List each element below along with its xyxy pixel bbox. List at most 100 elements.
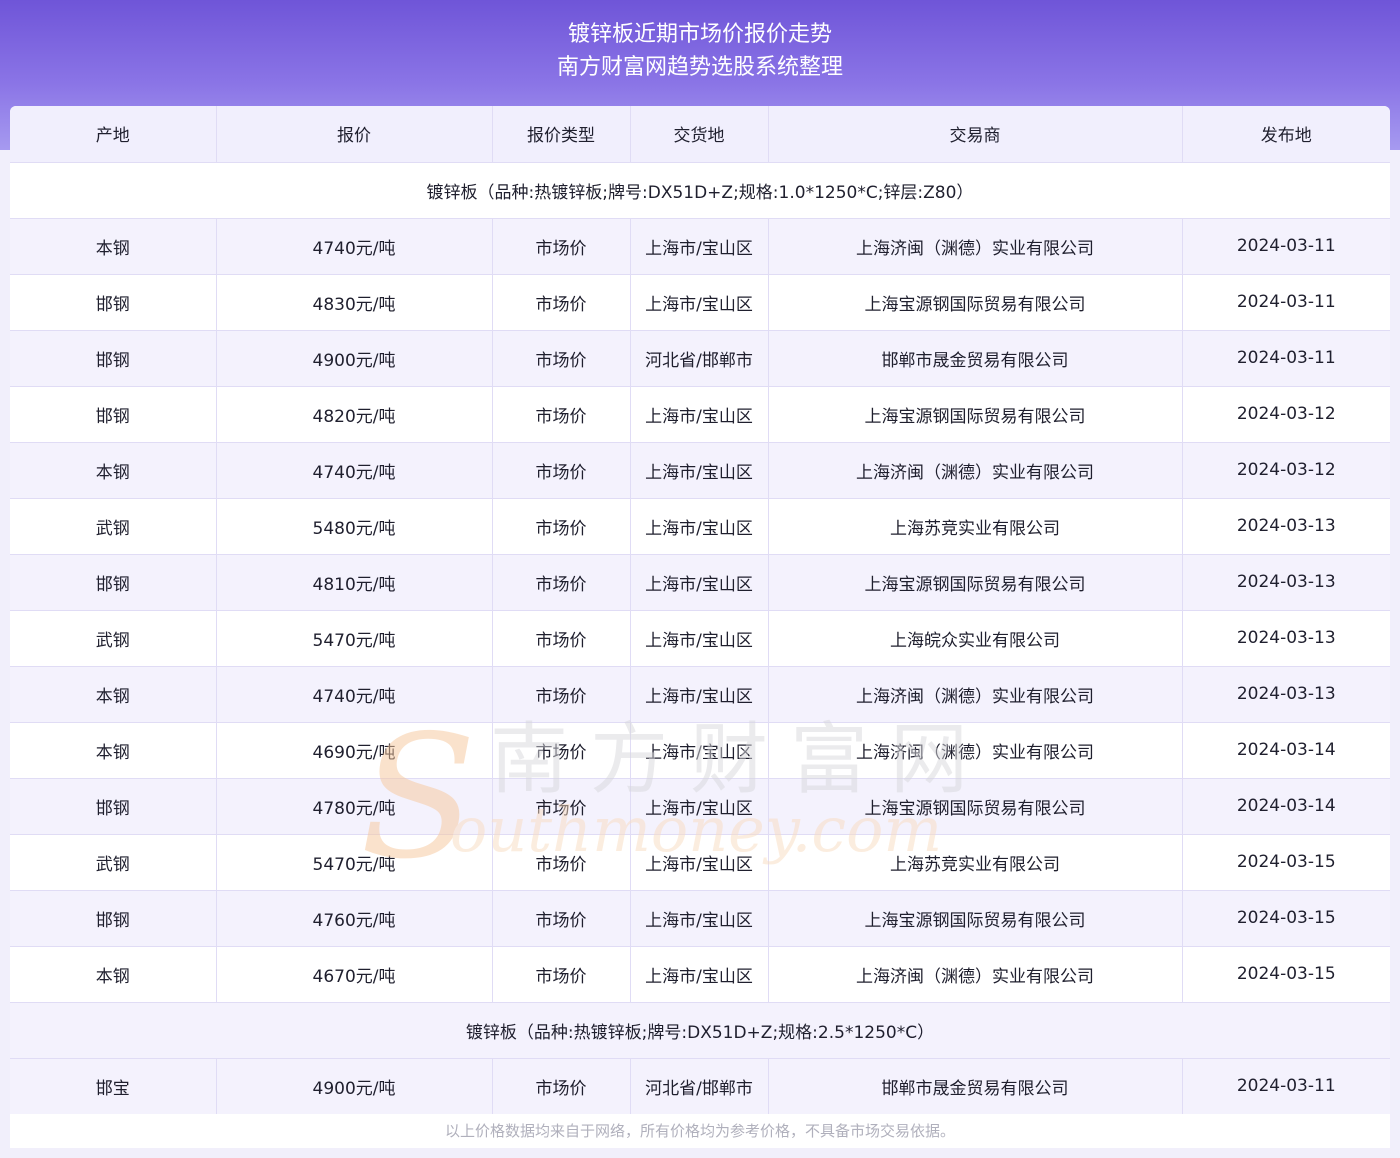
cell-origin: 武钢: [10, 498, 217, 555]
cell-price: 4820元/吨: [216, 386, 493, 443]
cell-price-type: 市场价: [492, 610, 631, 667]
cell-price-type: 市场价: [492, 386, 631, 443]
table-body: 镀锌板（品种:热镀锌板;牌号:DX51D+Z;规格:1.0*1250*C;锌层:…: [10, 162, 1390, 1114]
table-row: 邯钢 4830元/吨 市场价 上海市/宝山区 上海宝源钢国际贸易有限公司 2024-03-…: [10, 274, 1390, 331]
cell-price: 4900元/吨: [216, 1058, 493, 1114]
page-title: 镀锌板近期市场价报价走势 南方财富网趋势选股系统整理: [0, 18, 1400, 84]
table-header-row: 产地 报价 报价类型 交货地 交易商 发布地: [10, 106, 1390, 163]
cell-origin: 武钢: [10, 834, 217, 891]
cell-publish-date: 2024-03-14: [1182, 778, 1390, 835]
table-row: 邯钢 4820元/吨 市场价 上海市/宝山区 上海宝源钢国际贸易有限公司 2024-03-…: [10, 386, 1390, 443]
cell-publish-date: 2024-03-11: [1182, 330, 1390, 387]
column-header-price-type: 报价类型: [492, 106, 631, 163]
cell-price-type: 市场价: [492, 274, 631, 331]
cell-price: 4740元/吨: [216, 218, 493, 275]
cell-publish-date: 2024-03-15: [1182, 946, 1390, 1003]
title-line-2: 南方财富网趋势选股系统整理: [556, 55, 843, 80]
cell-trader: 上海苏竞实业有限公司: [768, 834, 1183, 891]
cell-publish-date: 2024-03-13: [1182, 610, 1390, 667]
cell-origin: 邯钢: [10, 386, 217, 443]
cell-trader: 上海宝源钢国际贸易有限公司: [768, 778, 1183, 835]
cell-price: 4900元/吨: [216, 330, 493, 387]
price-table: 产地 报价 报价类型 交货地 交易商 发布地 镀锌板（品种:热镀锌板;牌号:DX…: [10, 106, 1390, 1114]
cell-origin: 邯钢: [10, 274, 217, 331]
cell-trader: 邯郸市晟金贸易有限公司: [768, 330, 1183, 387]
cell-delivery: 上海市/宝山区: [630, 666, 769, 723]
group-header-row: 镀锌板（品种:热镀锌板;牌号:DX51D+Z;规格:1.0*1250*C;锌层:…: [10, 162, 1390, 219]
table-row: 本钢 4690元/吨 市场价 上海市/宝山区 上海济闽（渊德）实业有限公司 2024-03…: [10, 722, 1390, 779]
cell-price: 4670元/吨: [216, 946, 493, 1003]
column-header-trader: 交易商: [768, 106, 1183, 163]
cell-publish-date: 2024-03-13: [1182, 554, 1390, 611]
cell-origin: 邯宝: [10, 1058, 217, 1114]
table-row: 武钢 5480元/吨 市场价 上海市/宝山区 上海苏竞实业有限公司 2024-03-13: [10, 498, 1390, 555]
table-row: 本钢 4740元/吨 市场价 上海市/宝山区 上海济闽（渊德）实业有限公司 2024-03…: [10, 442, 1390, 499]
cell-delivery: 上海市/宝山区: [630, 890, 769, 947]
cell-price: 5470元/吨: [216, 610, 493, 667]
cell-trader: 上海宝源钢国际贸易有限公司: [768, 890, 1183, 947]
cell-publish-date: 2024-03-15: [1182, 834, 1390, 891]
table-row: 武钢 5470元/吨 市场价 上海市/宝山区 上海皖众实业有限公司 2024-03-13: [10, 610, 1390, 667]
cell-origin: 本钢: [10, 218, 217, 275]
table-row: 邯宝 4900元/吨 市场价 河北省/邯郸市 邯郸市晟金贸易有限公司 2024-03-11: [10, 1058, 1390, 1114]
cell-origin: 邯钢: [10, 778, 217, 835]
cell-trader: 上海济闽（渊德）实业有限公司: [768, 442, 1183, 499]
cell-delivery: 上海市/宝山区: [630, 274, 769, 331]
cell-delivery: 上海市/宝山区: [630, 946, 769, 1003]
cell-delivery: 上海市/宝山区: [630, 498, 769, 555]
cell-price-type: 市场价: [492, 442, 631, 499]
cell-delivery: 河北省/邯郸市: [630, 330, 769, 387]
cell-price-type: 市场价: [492, 330, 631, 387]
column-header-price: 报价: [216, 106, 493, 163]
table-row: 邯钢 4760元/吨 市场价 上海市/宝山区 上海宝源钢国际贸易有限公司 2024-03-…: [10, 890, 1390, 947]
cell-origin: 本钢: [10, 946, 217, 1003]
cell-price-type: 市场价: [492, 946, 631, 1003]
cell-publish-date: 2024-03-11: [1182, 218, 1390, 275]
cell-price-type: 市场价: [492, 890, 631, 947]
cell-delivery: 上海市/宝山区: [630, 386, 769, 443]
column-header-publish-date: 发布地: [1182, 106, 1390, 163]
cell-price: 4690元/吨: [216, 722, 493, 779]
cell-origin: 邯钢: [10, 554, 217, 611]
cell-price: 4740元/吨: [216, 666, 493, 723]
cell-origin: 本钢: [10, 722, 217, 779]
group-label: 镀锌板（品种:热镀锌板;牌号:DX51D+Z;规格:1.0*1250*C;锌层:…: [10, 162, 1390, 219]
table-row: 邯钢 4810元/吨 市场价 上海市/宝山区 上海宝源钢国际贸易有限公司 2024-03-…: [10, 554, 1390, 611]
cell-publish-date: 2024-03-14: [1182, 722, 1390, 779]
cell-delivery: 上海市/宝山区: [630, 554, 769, 611]
table-row: 邯钢 4780元/吨 市场价 上海市/宝山区 上海宝源钢国际贸易有限公司 2024-03-…: [10, 778, 1390, 835]
cell-price-type: 市场价: [492, 778, 631, 835]
cell-delivery: 上海市/宝山区: [630, 834, 769, 891]
cell-price: 4760元/吨: [216, 890, 493, 947]
cell-publish-date: 2024-03-11: [1182, 274, 1390, 331]
cell-price: 4810元/吨: [216, 554, 493, 611]
cell-trader: 上海苏竞实业有限公司: [768, 498, 1183, 555]
column-header-delivery: 交货地: [630, 106, 769, 163]
cell-price-type: 市场价: [492, 722, 631, 779]
column-header-origin: 产地: [10, 106, 217, 163]
cell-price-type: 市场价: [492, 498, 631, 555]
cell-price-type: 市场价: [492, 834, 631, 891]
cell-trader: 上海宝源钢国际贸易有限公司: [768, 554, 1183, 611]
cell-trader: 上海宝源钢国际贸易有限公司: [768, 386, 1183, 443]
cell-price: 4830元/吨: [216, 274, 493, 331]
table-row: 本钢 4740元/吨 市场价 上海市/宝山区 上海济闽（渊德）实业有限公司 2024-03…: [10, 666, 1390, 723]
table-row: 本钢 4740元/吨 市场价 上海市/宝山区 上海济闽（渊德）实业有限公司 2024-03…: [10, 218, 1390, 275]
cell-trader: 上海济闽（渊德）实业有限公司: [768, 946, 1183, 1003]
cell-delivery: 上海市/宝山区: [630, 722, 769, 779]
cell-publish-date: 2024-03-12: [1182, 386, 1390, 443]
cell-price-type: 市场价: [492, 1058, 631, 1114]
cell-publish-date: 2024-03-12: [1182, 442, 1390, 499]
table-row: 武钢 5470元/吨 市场价 上海市/宝山区 上海苏竞实业有限公司 2024-03-15: [10, 834, 1390, 891]
table-row: 本钢 4670元/吨 市场价 上海市/宝山区 上海济闽（渊德）实业有限公司 2024-03…: [10, 946, 1390, 1003]
cell-price: 4740元/吨: [216, 442, 493, 499]
title-line-1: 镀锌板近期市场价报价走势: [567, 22, 832, 47]
cell-trader: 邯郸市晟金贸易有限公司: [768, 1058, 1183, 1114]
group-header-row: 镀锌板（品种:热镀锌板;牌号:DX51D+Z;规格:2.5*1250*C）: [10, 1002, 1390, 1059]
cell-price: 5470元/吨: [216, 834, 493, 891]
cell-origin: 邯钢: [10, 890, 217, 947]
cell-origin: 邯钢: [10, 330, 217, 387]
cell-price-type: 市场价: [492, 554, 631, 611]
table-row: 邯钢 4900元/吨 市场价 河北省/邯郸市 邯郸市晟金贸易有限公司 2024-03-11: [10, 330, 1390, 387]
cell-price: 4780元/吨: [216, 778, 493, 835]
